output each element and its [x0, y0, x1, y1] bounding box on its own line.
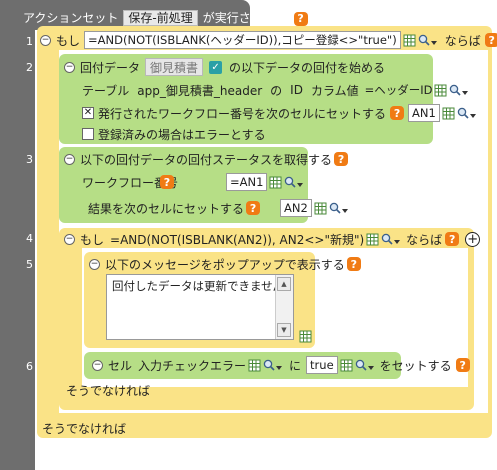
condition-field[interactable]: =AND(NOT(ISBLANK(ヘッダーID)),コピー登録<>"true") — [84, 31, 401, 49]
pencil-check-icon[interactable]: ✓ — [209, 60, 223, 74]
help-icon[interactable]: ? — [390, 106, 405, 120]
workflow-table-row: テーブル app_御見積書_header の ID カラム値 =ヘッダーID — [82, 81, 469, 99]
collapse-toggle[interactable]: − — [40, 34, 51, 46]
line-number: 1 — [26, 35, 33, 48]
result-cell-row: 結果を次のセルにセットする ? AN2 — [88, 199, 348, 217]
header-prefix: アクションセット — [23, 11, 119, 25]
grid-icon[interactable] — [442, 107, 455, 120]
formula-help-icon[interactable] — [284, 176, 304, 188]
formula-help-icon[interactable] — [418, 34, 437, 46]
popup-message-text: 回付したデータは更新できません。 — [112, 279, 296, 293]
line-number: 4 — [26, 232, 33, 245]
collapse-toggle[interactable]: − — [89, 258, 100, 270]
set-label: をセットする — [379, 358, 452, 373]
if-row-1: − もし =AND(NOT(ISBLANK(ヘッダーID)),コピー登録<>"t… — [40, 30, 497, 50]
line-number: 6 — [26, 360, 33, 373]
workflow-number-value-row: =AN1 — [226, 173, 304, 191]
action-set-name[interactable]: 保存-前処理 — [123, 10, 198, 26]
help-icon[interactable]: ? — [160, 175, 174, 189]
header-suffix: が実行されたら — [202, 11, 287, 25]
set-value-field[interactable]: true — [306, 356, 338, 374]
else-label-outer: そうでなければ — [42, 422, 127, 436]
grid-icon[interactable] — [269, 176, 282, 189]
scroll-down-icon[interactable]: ▼ — [277, 323, 291, 337]
if-label: もし — [56, 33, 81, 48]
popup-message-textarea[interactable]: 回付したデータは更新できません。 ▲ ▼ — [106, 274, 296, 340]
condition-field[interactable]: =AND(NOT(ISBLANK(AN2)), AN2<>"新規") — [110, 231, 364, 248]
get-status-title: 以下の回付データの回付ステータスを取得する — [80, 152, 333, 167]
line-number: 5 — [26, 258, 33, 271]
then-label: ならば — [406, 232, 443, 247]
workflow-number-cell[interactable]: AN1 — [408, 104, 440, 122]
if-row-4: − もし =AND(NOT(ISBLANK(AN2)), AN2<>"新規") … — [64, 230, 481, 248]
formula-help-icon[interactable] — [381, 233, 401, 245]
grid-icon[interactable] — [248, 359, 261, 372]
line-number: 3 — [26, 153, 33, 166]
result-label: 結果を次のセルにセットする — [88, 201, 245, 216]
error-if-registered-row: 登録済みの場合はエラーとする — [82, 125, 266, 143]
workflow-number-checkbox[interactable]: ✕ — [82, 107, 94, 119]
workflow-start-header: − 回付データ 御見積書 ✓ の以下データの回付を始める — [64, 58, 385, 76]
workflow-number-label: 発行されたワークフロー番号を次のセルにセットする — [98, 106, 387, 121]
formula-help-icon[interactable] — [263, 359, 283, 371]
collapse-toggle[interactable]: − — [64, 61, 75, 73]
workflow-number-value[interactable]: =AN1 — [226, 173, 268, 191]
column-value-field[interactable]: =ヘッダーID — [365, 81, 433, 99]
set-cell-row: − セル 入力チェックエラー に true をセットする ? — [92, 356, 470, 374]
if-block-inner-rail — [75, 248, 82, 387]
workflow-number-input-row: ワークフロー番号 ? — [82, 173, 179, 191]
collapse-toggle[interactable]: − — [92, 359, 103, 371]
then-label: ならば — [444, 33, 481, 48]
of-label: の — [270, 83, 283, 98]
line-number: 2 — [26, 61, 33, 74]
if-block-outer-rail — [51, 50, 59, 413]
collapse-toggle[interactable]: − — [64, 233, 75, 245]
error-if-registered-checkbox[interactable] — [82, 128, 94, 140]
table-label: テーブル — [82, 83, 130, 98]
cell-label: セル — [108, 358, 133, 373]
workflow-number-row: ✕ 発行されたワークフロー番号を次のセルにセットする ? AN1 — [82, 104, 476, 122]
workflow-title: 回付データ — [80, 60, 141, 75]
workflow-suffix: の以下データの回付を始める — [229, 60, 386, 75]
grid-icon[interactable] — [340, 359, 353, 372]
cell-name[interactable]: 入力チェックエラー — [138, 357, 246, 374]
grid-icon[interactable] — [366, 233, 379, 246]
formula-help-icon[interactable] — [355, 359, 374, 371]
else-label-inner: そうでなければ — [66, 384, 151, 398]
formula-help-icon[interactable] — [449, 84, 469, 96]
grid-icon[interactable] — [299, 330, 312, 343]
popup-message-title: 以下のメッセージをポップアップで表示する — [105, 257, 345, 272]
grid-icon[interactable] — [314, 202, 327, 215]
help-icon[interactable]: ? — [484, 33, 497, 47]
error-if-registered-label: 登録済みの場合はエラーとする — [98, 127, 266, 142]
id-label: ID — [290, 83, 303, 97]
scroll-up-icon[interactable]: ▲ — [277, 277, 291, 291]
grid-icon[interactable] — [434, 84, 447, 97]
collapse-toggle[interactable]: − — [64, 153, 75, 165]
help-icon[interactable]: ? — [346, 257, 361, 271]
result-cell[interactable]: AN2 — [280, 199, 312, 217]
help-icon[interactable]: ? — [455, 358, 470, 372]
source-field[interactable]: 御見積書 — [145, 58, 204, 76]
column-value-label: カラム値 — [310, 83, 359, 98]
help-icon[interactable]: ? — [334, 152, 349, 166]
formula-help-icon[interactable] — [457, 107, 476, 119]
if-label: もし — [80, 232, 105, 247]
to-label: に — [289, 358, 302, 373]
get-status-header: − 以下の回付データの回付ステータスを取得する ? — [64, 150, 349, 168]
help-icon[interactable]: ? — [246, 201, 261, 215]
workflow-number-label: ワークフロー番号 — [82, 175, 179, 190]
popup-message-header: − 以下のメッセージをポップアップで表示する ? — [89, 255, 361, 273]
help-icon[interactable]: ? — [293, 11, 308, 26]
help-icon[interactable]: ? — [445, 232, 460, 246]
grid-icon[interactable] — [403, 34, 416, 47]
table-name: app_御見積書_header — [137, 83, 263, 98]
add-icon[interactable]: + — [465, 231, 481, 247]
formula-help-icon[interactable] — [329, 202, 348, 214]
